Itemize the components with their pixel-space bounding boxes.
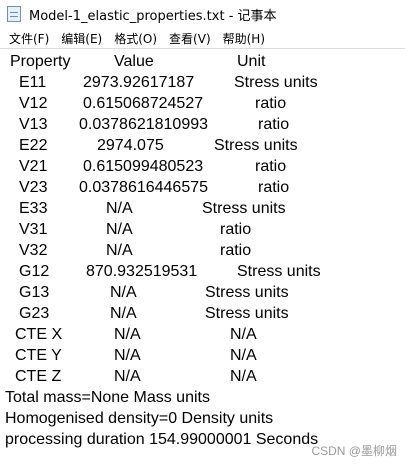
row-property: G13 — [19, 284, 50, 301]
row-value: 0.0378621810993 — [79, 116, 209, 133]
row-unit: Stress units — [214, 137, 298, 154]
row-value: N/A — [110, 284, 137, 301]
row-property: E33 — [19, 200, 48, 217]
row-property: CTE Y — [15, 347, 62, 364]
row-value: N/A — [110, 305, 137, 322]
notepad-icon — [7, 6, 21, 22]
row-property: V21 — [19, 158, 48, 175]
row-value: 0.615099480523 — [83, 158, 204, 175]
row-unit: Stress units — [205, 305, 289, 322]
row-property: V23 — [19, 179, 48, 196]
title-bar: Model-1_elastic_properties.txt - 记事本 — [0, 0, 405, 28]
header-unit: Unit — [237, 53, 266, 70]
menu-file[interactable]: 文件(F) — [9, 30, 49, 47]
row-value: 0.615068724527 — [83, 95, 204, 112]
row-property: V12 — [19, 95, 48, 112]
row-unit: ratio — [255, 158, 287, 175]
row-property: CTE Z — [15, 368, 62, 385]
row-unit: N/A — [230, 368, 257, 385]
row-property: V31 — [19, 221, 48, 238]
menu-help[interactable]: 帮助(H) — [223, 30, 265, 47]
menu-bar: 文件(F) 编辑(E) 格式(O) 查看(V) 帮助(H) — [0, 28, 405, 48]
total-mass-line: Total mass=None Mass units — [5, 389, 210, 406]
row-unit: N/A — [230, 347, 257, 364]
row-unit: Stress units — [237, 263, 321, 280]
row-unit: Stress units — [234, 74, 318, 91]
row-unit: ratio — [220, 221, 252, 238]
row-property: G23 — [19, 305, 50, 322]
row-value: N/A — [106, 200, 133, 217]
row-unit: ratio — [258, 179, 290, 196]
row-unit: N/A — [230, 326, 257, 343]
row-property: E22 — [19, 137, 48, 154]
row-unit: ratio — [220, 242, 252, 259]
row-unit: Stress units — [202, 200, 286, 217]
header-property: Property — [10, 53, 71, 70]
row-property: CTE X — [15, 326, 63, 343]
row-value: N/A — [106, 221, 133, 238]
menu-format[interactable]: 格式(O) — [114, 30, 157, 47]
row-value: 2973.92617187 — [83, 74, 195, 91]
row-property: V13 — [19, 116, 48, 133]
row-value: N/A — [114, 326, 141, 343]
row-unit: ratio — [255, 95, 287, 112]
row-property: G12 — [19, 263, 50, 280]
row-value: N/A — [106, 242, 133, 259]
row-value: 0.0378616446575 — [79, 179, 209, 196]
header-value: Value — [114, 53, 154, 70]
row-value: 870.932519531 — [86, 263, 198, 280]
window-title: Model-1_elastic_properties.txt - 记事本 — [29, 8, 277, 24]
text-editor-area[interactable]: Property Value Unit E11 2973.92617187 St… — [0, 48, 405, 465]
csdn-watermark: CSDN @墨柳烟 — [311, 444, 397, 458]
row-unit: ratio — [258, 116, 290, 133]
menu-view[interactable]: 查看(V) — [169, 30, 211, 47]
row-value: N/A — [114, 347, 141, 364]
duration-line: processing duration 154.99000001 Seconds — [5, 431, 319, 448]
row-value: 2974.075 — [97, 137, 164, 154]
density-line: Homogenised density=0 Density units — [5, 410, 274, 427]
row-unit: Stress units — [205, 284, 289, 301]
row-value: N/A — [114, 368, 141, 385]
row-property: V32 — [19, 242, 48, 259]
menu-edit[interactable]: 编辑(E) — [61, 30, 102, 47]
row-property: E11 — [19, 74, 47, 91]
